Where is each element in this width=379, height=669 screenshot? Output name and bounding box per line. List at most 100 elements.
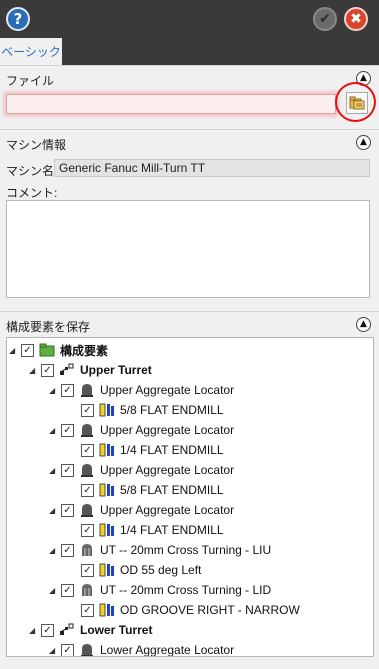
checkbox[interactable]: ✓ [81,603,94,617]
expand-toggle-icon[interactable]: ◢ [49,466,61,475]
tree-row[interactable]: ✓ 5/8 FLAT ENDMILL [81,480,224,500]
turning-holder-icon [79,582,95,598]
checkbox[interactable]: ✓ [41,623,54,637]
checkbox[interactable]: ✓ [61,583,74,597]
machine-section-title: マシン情報 [6,138,67,152]
tree-row[interactable]: ◢ ✓ Upper Aggregate Locator [49,380,234,400]
checkbox[interactable]: ✓ [81,443,94,457]
tree-item-label: Upper Aggregate Locator [100,383,235,397]
collapse-components-button[interactable]: ▲ [356,317,371,332]
locator-icon [79,382,95,398]
ok-button[interactable]: ✔ [313,7,337,31]
tree-item-label: Upper Aggregate Locator [100,463,235,477]
tree-item-label: Upper Aggregate Locator [100,503,235,517]
checkbox[interactable]: ✓ [81,563,94,577]
tree-item-label: 構成要素 [60,343,109,358]
checkbox[interactable]: ✓ [21,343,34,357]
tree-row[interactable]: ✓ 5/8 FLAT ENDMILL [81,400,224,420]
tree-item-label: UT -- 20mm Cross Turning - LID [100,583,272,597]
tree-row[interactable]: ✓ 1/4 FLAT ENDMILL [81,440,224,460]
checkbox[interactable]: ✓ [61,543,74,557]
components-tree[interactable]: ◢ ✓ 構成要素 ◢ ✓ Upper Turret ◢ ✓ Upper Aggregate Lo… [6,337,374,657]
tree-item-label: UT -- 20mm Cross Turning - LIU [100,543,272,557]
locator-icon [79,422,95,438]
file-section: ファイル ▲ [0,65,379,129]
tree-item-label: Lower Turret [80,623,153,637]
endmill-icon [99,402,115,418]
browse-file-button[interactable] [346,92,368,114]
tree-row[interactable]: ◢ ✓ UT -- 20mm Cross Turning - LID [49,580,271,600]
tree-item-label: 5/8 FLAT ENDMILL [120,483,224,497]
tree-row[interactable]: ◢ ✓ Upper Aggregate Locator [49,460,234,480]
checkbox[interactable]: ✓ [81,403,94,417]
locator-icon [79,642,95,656]
tree-row[interactable]: ◢ ✓ Upper Turret [29,360,152,380]
machine-section: マシン情報 ▲ マシン名: Generic Fanuc Mill-Turn TT… [0,129,379,307]
file-path-input[interactable] [6,94,336,114]
endmill-icon [99,442,115,458]
expand-toggle-icon[interactable]: ◢ [49,426,61,435]
tree-row[interactable]: ◢ ✓ UT -- 20mm Cross Turning - LIU [49,540,271,560]
machine-name-label: マシン名: [6,164,58,178]
expand-toggle-icon[interactable]: ◢ [49,546,61,555]
endmill-icon [99,602,115,618]
comment-textarea[interactable] [6,200,370,298]
open-folder-icon [349,96,365,110]
expand-toggle-icon[interactable]: ◢ [29,366,41,375]
tree-row[interactable]: ◢ ✓ Lower Aggregate Locator [49,640,235,657]
help-icon: ? [13,10,23,28]
tree-item-label: 5/8 FLAT ENDMILL [120,403,224,417]
checkbox[interactable]: ✓ [61,383,74,397]
tree-item-label: 1/4 FLAT ENDMILL [120,523,224,537]
expand-toggle-icon[interactable]: ◢ [49,506,61,515]
tree-item-label: OD 55 deg Left [120,563,202,577]
components-section-title: 構成要素を保存 [6,320,91,334]
collapse-machine-button[interactable]: ▲ [356,135,371,150]
endmill-icon [99,482,115,498]
tree-row[interactable]: ◢ ✓ 構成要素 [9,340,108,360]
help-button[interactable]: ? [6,7,30,31]
tree-row[interactable]: ◢ ✓ Lower Turret [29,620,152,640]
turret-icon [59,622,75,638]
tree-row[interactable]: ◢ ✓ Upper Aggregate Locator [49,500,234,520]
expand-toggle-icon[interactable]: ◢ [9,346,21,355]
locator-icon [79,502,95,518]
checkbox[interactable]: ✓ [61,503,74,517]
checkbox[interactable]: ✓ [61,423,74,437]
checkmark-icon: ✔ [319,11,331,27]
tree-row[interactable]: ✓ OD 55 deg Left [81,560,201,580]
checkbox[interactable]: ✓ [81,483,94,497]
endmill-icon [99,562,115,578]
expand-toggle-icon[interactable]: ◢ [29,626,41,635]
tree-item-label: Lower Aggregate Locator [100,643,235,657]
checkbox[interactable]: ✓ [81,523,94,537]
file-section-title: ファイル [6,74,55,88]
comment-label: コメント: [6,186,58,200]
expand-toggle-icon[interactable]: ◢ [49,646,61,655]
checkbox[interactable]: ✓ [61,463,74,477]
collapse-file-button[interactable]: ▲ [356,71,371,86]
close-icon: ✖ [350,11,362,27]
chevron-up-icon: ▲ [360,319,367,329]
title-bar: ? ✔ ✖ [0,0,379,38]
tree-row[interactable]: ◢ ✓ Upper Aggregate Locator [49,420,234,440]
tree-row[interactable]: ✓ 1/4 FLAT ENDMILL [81,520,224,540]
tree-item-label: Upper Turret [80,363,152,377]
turning-holder-icon [79,542,95,558]
checkbox[interactable]: ✓ [41,363,54,377]
tree-item-label: 1/4 FLAT ENDMILL [120,443,224,457]
close-button[interactable]: ✖ [344,7,368,31]
expand-toggle-icon[interactable]: ◢ [49,386,61,395]
endmill-icon [99,522,115,538]
tree-item-label: Upper Aggregate Locator [100,423,235,437]
components-section: 構成要素を保存 ▲ ◢ ✓ 構成要素 ◢ ✓ Upper Turret ◢ ✓ Upper Ag… [0,311,379,669]
checkbox[interactable]: ✓ [61,643,74,656]
chevron-up-icon: ▲ [360,137,367,147]
locator-icon [79,462,95,478]
expand-toggle-icon[interactable]: ◢ [49,586,61,595]
turret-icon [59,362,75,378]
machine-name-field: Generic Fanuc Mill-Turn TT [54,159,370,177]
tree-row[interactable]: ✓ OD GROOVE RIGHT - NARROW [81,600,300,620]
tab-basic[interactable]: ベーシック [0,38,62,65]
folder-icon [39,342,55,358]
